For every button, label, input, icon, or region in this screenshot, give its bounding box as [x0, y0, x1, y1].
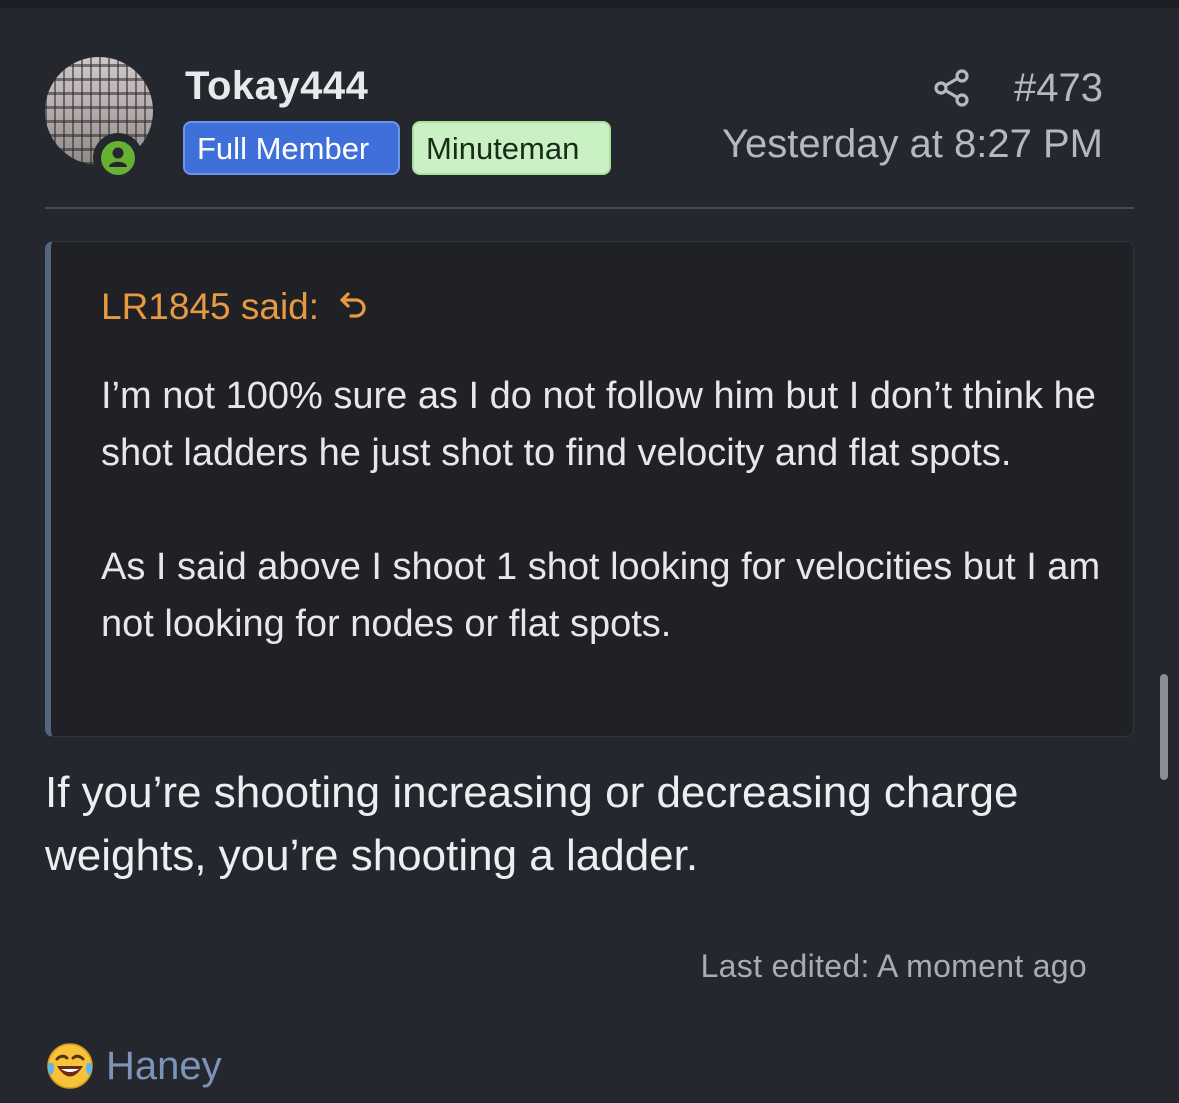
reaction-user-name[interactable]: Haney — [106, 1041, 222, 1091]
quote-paragraph: I’m not 100% sure as I do not follow him… — [101, 375, 1096, 474]
laughing-tears-emoji-icon — [47, 1043, 93, 1089]
quote-body: I’m not 100% sure as I do not follow him… — [101, 368, 1101, 653]
quote-author-label[interactable]: LR1845 said: — [101, 286, 319, 327]
post-timestamp[interactable]: Yesterday at 8:27 PM — [722, 122, 1103, 167]
online-status-icon — [93, 133, 143, 183]
share-icon[interactable] — [932, 68, 972, 108]
quote-block: LR1845 said: I’m not 100% sure as I do n… — [45, 241, 1134, 737]
post-number-link[interactable]: #473 — [1014, 66, 1103, 111]
post-body-text: If you’re shooting increasing or decreas… — [45, 768, 1019, 880]
quote-paragraph: As I said above I shoot 1 shot looking f… — [101, 546, 1101, 645]
badge-minuteman: Minuteman — [412, 121, 611, 175]
page-scrollbar[interactable] — [1160, 674, 1168, 780]
header-divider — [45, 207, 1134, 209]
jump-to-quote-icon[interactable] — [337, 289, 371, 323]
badge-full-member: Full Member — [183, 121, 400, 175]
post-container: Tokay444 Full Member Minuteman #473 Yest… — [0, 8, 1179, 1103]
last-edited-note: Last edited: A moment ago — [700, 948, 1087, 984]
quote-author-line[interactable]: LR1845 said: — [101, 286, 371, 328]
post-author-username[interactable]: Tokay444 — [185, 64, 368, 109]
